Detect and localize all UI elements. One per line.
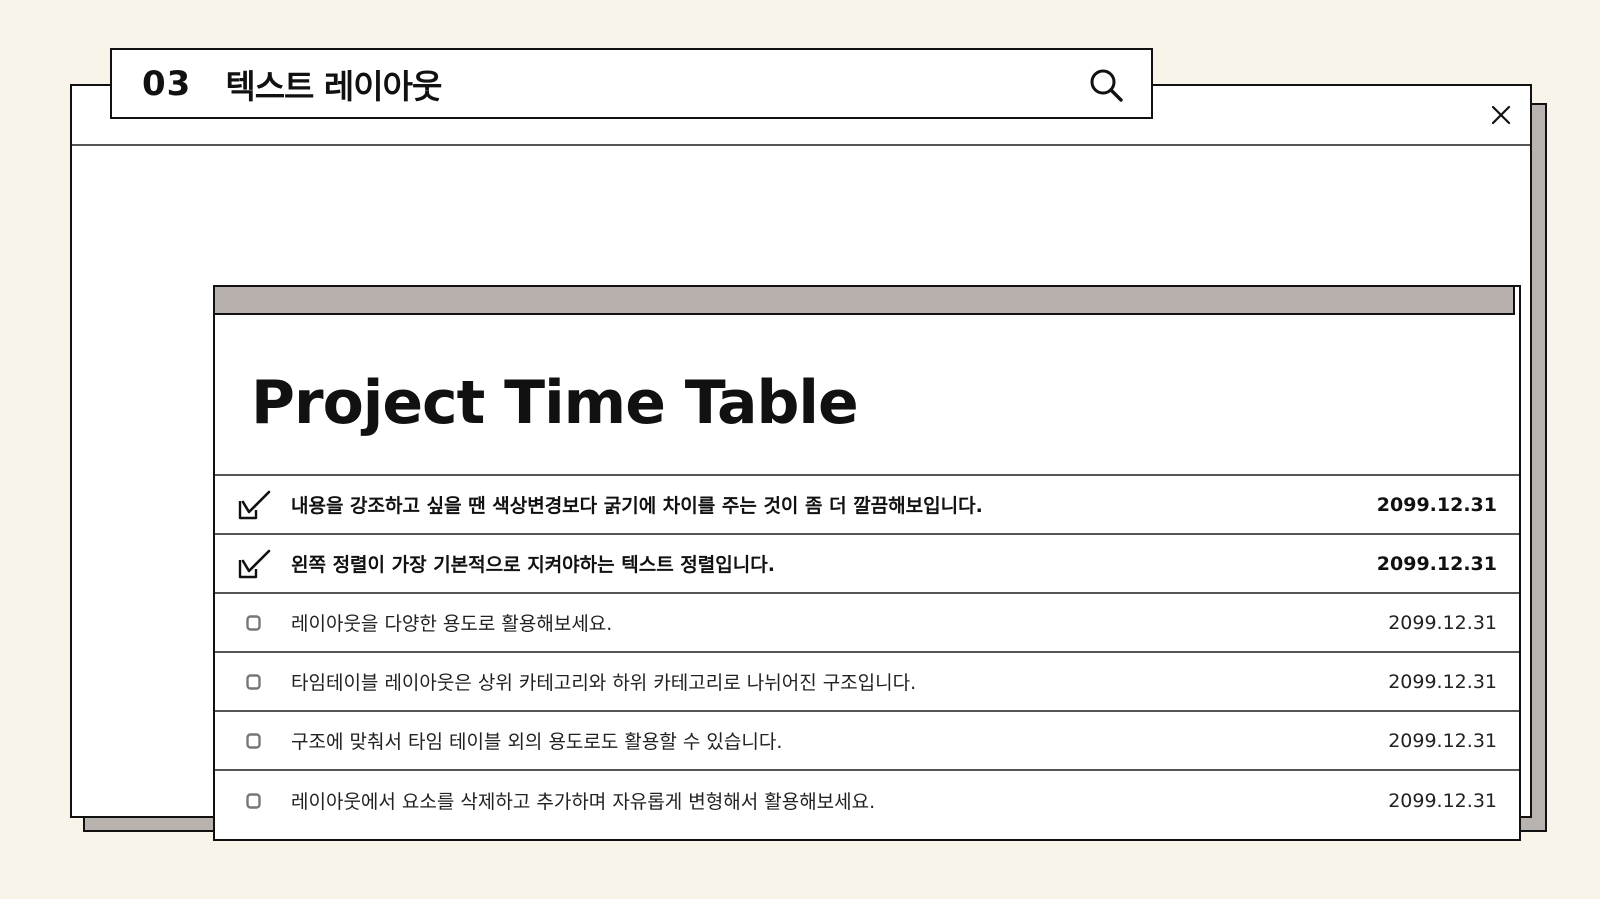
row-date: 2099.12.31	[1388, 611, 1497, 634]
search-bar[interactable]: 03 텍스트 레이아웃	[110, 48, 1153, 119]
row-date: 2099.12.31	[1388, 789, 1497, 812]
table-row: 레이아웃에서 요소를 삭제하고 추가하며 자유롭게 변형해서 활용해보세요. 20…	[215, 769, 1519, 830]
unchecked-checkbox[interactable]	[237, 724, 271, 758]
titlebar-divider	[72, 144, 1530, 146]
row-text: 내용을 강조하고 싶을 땐 색상변경보다 굵기에 차이를 주는 것이 좀 더 깔…	[291, 495, 983, 517]
checked-checkbox[interactable]	[237, 547, 271, 581]
search-button[interactable]	[1087, 66, 1127, 106]
row-date: 2099.12.31	[1376, 493, 1497, 516]
close-button[interactable]	[1486, 100, 1516, 130]
row-text: 레이아웃에서 요소를 삭제하고 추가하며 자유롭게 변형해서 활용해보세요.	[291, 791, 876, 813]
row-text: 왼쪽 정렬이 가장 기본적으로 지켜야하는 텍스트 정렬입니다.	[291, 554, 775, 576]
search-icon	[1090, 69, 1123, 102]
time-table-list: 내용을 강조하고 싶을 땐 색상변경보다 굵기에 차이를 주는 것이 좀 더 깔…	[215, 474, 1519, 830]
empty-checkbox-icon	[245, 792, 263, 810]
checkmark-box-icon	[237, 488, 271, 522]
table-row: 레이아웃을 다양한 용도로 활용해보세요. 2099.12.31	[215, 592, 1519, 651]
close-icon	[1491, 105, 1511, 125]
card-title: Project Time Table	[251, 368, 859, 438]
row-text: 레이아웃을 다양한 용도로 활용해보세요.	[291, 613, 613, 635]
table-row: 타임테이블 레이아웃은 상위 카테고리와 하위 카테고리로 나뉘어진 구조입니다…	[215, 651, 1519, 710]
empty-checkbox-icon	[245, 614, 263, 632]
row-text: 구조에 맞춰서 타임 테이블 외의 용도로도 활용할 수 있습니다.	[291, 731, 783, 753]
empty-checkbox-icon	[245, 673, 263, 691]
window: Project Time Table 내용을 강조하고 싶을 땐 색상변경보다 …	[70, 84, 1532, 841]
section-title: 텍스트 레이아웃	[225, 66, 442, 106]
unchecked-checkbox[interactable]	[237, 784, 271, 818]
row-text: 타임테이블 레이아웃은 상위 카테고리와 하위 카테고리로 나뉘어진 구조입니다…	[291, 672, 917, 694]
table-row: 내용을 강조하고 싶을 땐 색상변경보다 굵기에 차이를 주는 것이 좀 더 깔…	[215, 474, 1519, 533]
row-date: 2099.12.31	[1388, 670, 1497, 693]
section-number: 03	[142, 63, 192, 104]
checked-checkbox[interactable]	[237, 488, 271, 522]
table-row: 왼쪽 정렬이 가장 기본적으로 지켜야하는 텍스트 정렬입니다. 2099.12.…	[215, 533, 1519, 592]
empty-checkbox-icon	[245, 732, 263, 750]
table-row: 구조에 맞춰서 타임 테이블 외의 용도로도 활용할 수 있습니다. 2099.1…	[215, 710, 1519, 769]
time-table-card: Project Time Table 내용을 강조하고 싶을 땐 색상변경보다 …	[213, 285, 1521, 841]
unchecked-checkbox[interactable]	[237, 665, 271, 699]
unchecked-checkbox[interactable]	[237, 606, 271, 640]
row-date: 2099.12.31	[1388, 729, 1497, 752]
card-header-bar	[215, 287, 1515, 315]
checkmark-box-icon	[237, 547, 271, 581]
row-date: 2099.12.31	[1376, 552, 1497, 575]
